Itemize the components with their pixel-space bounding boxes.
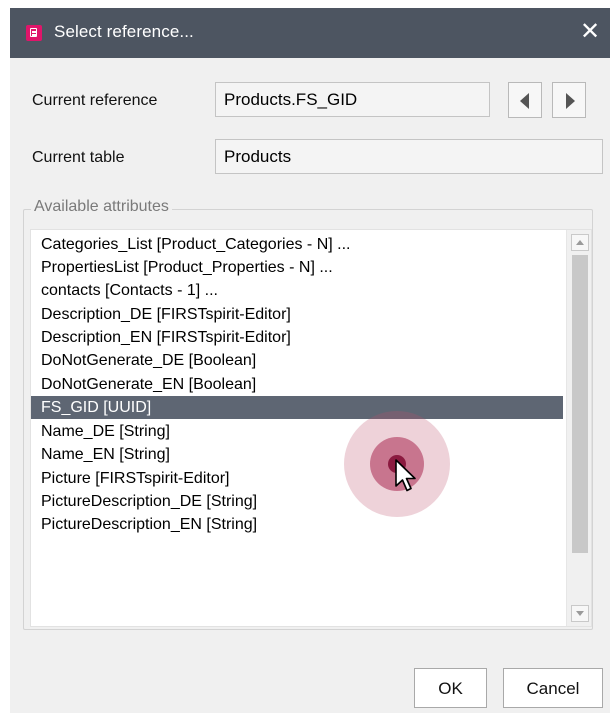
list-item[interactable]: Picture [FIRSTspirit-Editor] (31, 467, 563, 490)
list-item[interactable]: PictureDescription_EN [String] (31, 513, 563, 536)
arrow-cursor-icon (395, 459, 416, 492)
list-scrollbar[interactable] (566, 230, 591, 626)
list-item[interactable]: Name_EN [String] (31, 443, 563, 466)
list-item[interactable]: DoNotGenerate_EN [Boolean] (31, 373, 563, 396)
list-item[interactable]: PictureDescription_DE [String] (31, 490, 563, 513)
list-item[interactable]: Description_EN [FIRSTspirit-Editor] (31, 326, 563, 349)
triangle-left-icon (520, 93, 529, 109)
close-icon[interactable]: ✕ (580, 19, 600, 45)
previous-reference-button[interactable] (508, 82, 542, 118)
title-bar[interactable]: Select reference... ✕ (10, 8, 610, 58)
window-title: Select reference... (54, 22, 194, 41)
list-item[interactable]: Name_DE [String] (31, 420, 563, 443)
list-item[interactable]: DoNotGenerate_DE [Boolean] (31, 349, 563, 372)
cancel-button[interactable]: Cancel (503, 668, 603, 708)
scroll-down-button[interactable] (571, 605, 589, 622)
scroll-up-button[interactable] (571, 234, 589, 251)
list-item[interactable]: Description_DE [FIRSTspirit-Editor] (31, 303, 563, 326)
next-reference-button[interactable] (552, 82, 586, 118)
list-item[interactable]: PropertiesList [Product_Properties - N] … (31, 256, 563, 279)
document-icon (26, 25, 42, 41)
list-item[interactable]: contacts [Contacts - 1] ... (31, 279, 563, 302)
scrollbar-thumb[interactable] (572, 255, 588, 553)
current-reference-field: Products.FS_GID (215, 82, 490, 117)
available-attributes-label: Available attributes (31, 198, 172, 216)
list-item-selected[interactable]: FS_GID [UUID] (31, 396, 563, 419)
current-reference-label: Current reference (32, 92, 158, 109)
current-table-label: Current table (32, 149, 125, 166)
current-table-field: Products (215, 139, 603, 174)
list-item[interactable]: Categories_List [Product_Categories - N]… (31, 233, 563, 256)
attributes-list[interactable]: Categories_List [Product_Categories - N]… (30, 229, 592, 627)
triangle-right-icon (566, 93, 575, 109)
ok-button[interactable]: OK (414, 668, 487, 708)
